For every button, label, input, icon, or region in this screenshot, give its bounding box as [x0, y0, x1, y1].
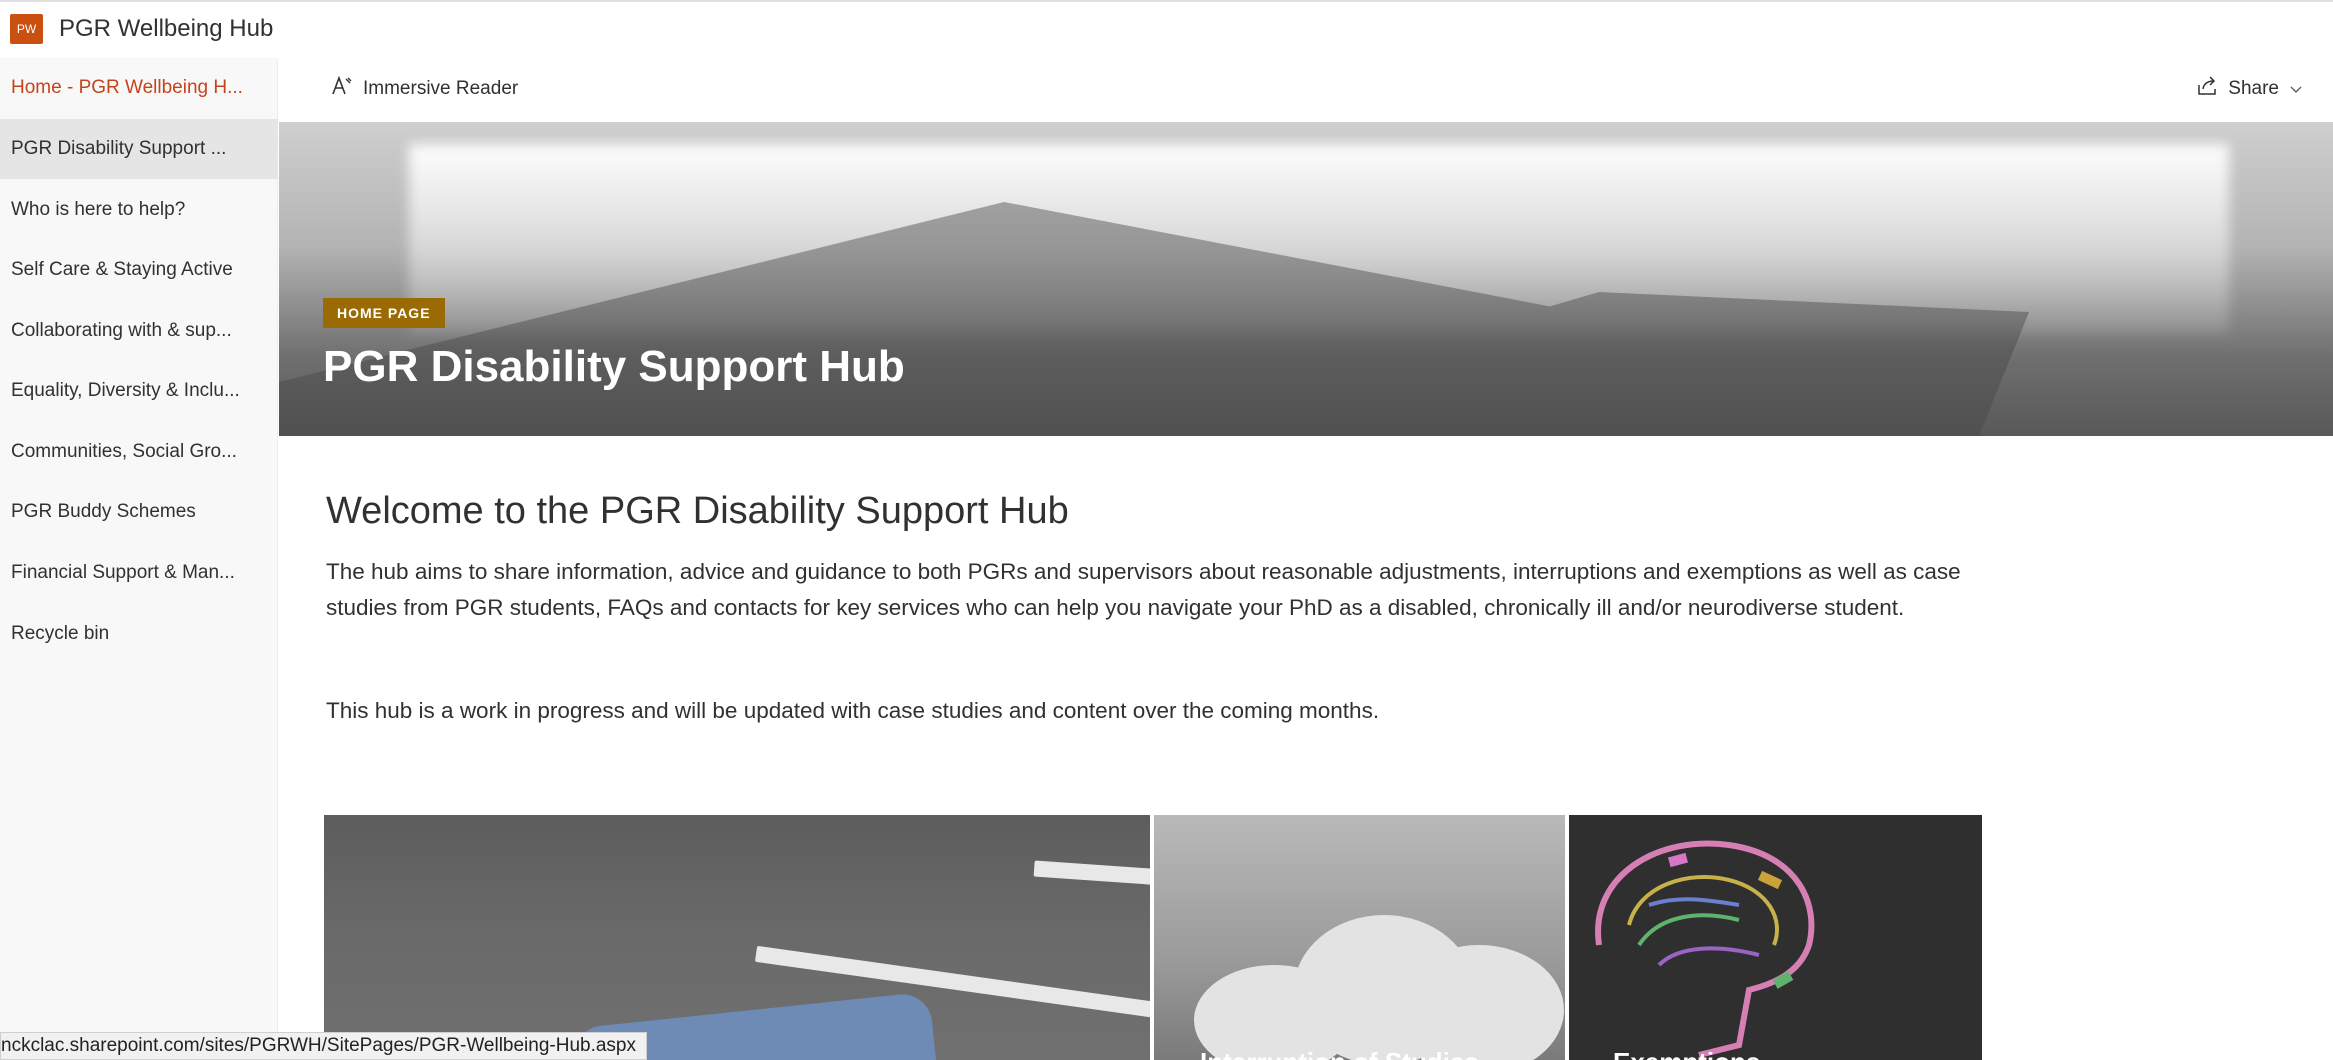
command-bar: Immersive Reader Share: [279, 58, 2333, 122]
immersive-reader-label: Immersive Reader: [363, 78, 519, 99]
nav-item-communities[interactable]: Communities, Social Gro...: [0, 422, 278, 482]
share-icon: [2196, 76, 2218, 102]
hero-tile-parking[interactable]: [324, 815, 1150, 1060]
hero-banner: HOME PAGE PGR Disability Support Hub: [279, 122, 2333, 436]
site-title[interactable]: PGR Wellbeing Hub: [59, 14, 273, 44]
share-label: Share: [2228, 78, 2279, 99]
nav-item-financial-support[interactable]: Financial Support & Man...: [0, 543, 278, 603]
welcome-heading: Welcome to the PGR Disability Support Hu…: [326, 490, 1069, 532]
site-logo[interactable]: PW: [10, 14, 43, 44]
nav-item-self-care[interactable]: Self Care & Staying Active: [0, 240, 278, 300]
progress-note-paragraph: This hub is a work in progress and will …: [326, 698, 1380, 723]
site-header: PW PGR Wellbeing Hub: [0, 0, 2333, 54]
left-navigation: Home - PGR Wellbeing H... PGR Disability…: [0, 58, 278, 1060]
nav-item-collaborating[interactable]: Collaborating with & sup...: [0, 301, 278, 361]
tile-label-exemptions: Exemptions: [1613, 1047, 1760, 1060]
nav-item-recycle-bin[interactable]: Recycle bin: [0, 604, 278, 664]
nav-item-home[interactable]: Home - PGR Wellbeing H...: [0, 58, 278, 118]
hero-tile-exemptions[interactable]: Exemptions: [1569, 815, 1982, 1060]
nav-item-who-is-here-to-help[interactable]: Who is here to help?: [0, 180, 278, 240]
chevron-down-icon: [2289, 78, 2303, 100]
hero-tile-interruption-of-studies[interactable]: Interruption of Studies: [1154, 815, 1565, 1060]
road-marking: [1033, 860, 1150, 886]
nav-item-pgr-disability-support[interactable]: PGR Disability Support ...: [0, 119, 278, 179]
page-title: PGR Disability Support Hub: [323, 342, 905, 391]
page-type-badge: HOME PAGE: [323, 298, 445, 328]
intro-paragraph: The hub aims to share information, advic…: [326, 559, 1961, 620]
tile-label-interruption: Interruption of Studies: [1200, 1047, 1479, 1060]
immersive-reader-icon: [331, 75, 353, 102]
cloud-shape: [1394, 945, 1564, 1060]
nav-item-buddy-schemes[interactable]: PGR Buddy Schemes: [0, 482, 278, 542]
immersive-reader-button[interactable]: Immersive Reader: [331, 75, 519, 102]
nav-item-equality-diversity[interactable]: Equality, Diversity & Inclu...: [0, 361, 278, 421]
chalk-brain-drawing: [1595, 840, 1815, 1058]
share-button[interactable]: Share: [2196, 76, 2303, 102]
status-url-tooltip: nckclac.sharepoint.com/sites/PGRWH/SiteP…: [0, 1032, 647, 1060]
